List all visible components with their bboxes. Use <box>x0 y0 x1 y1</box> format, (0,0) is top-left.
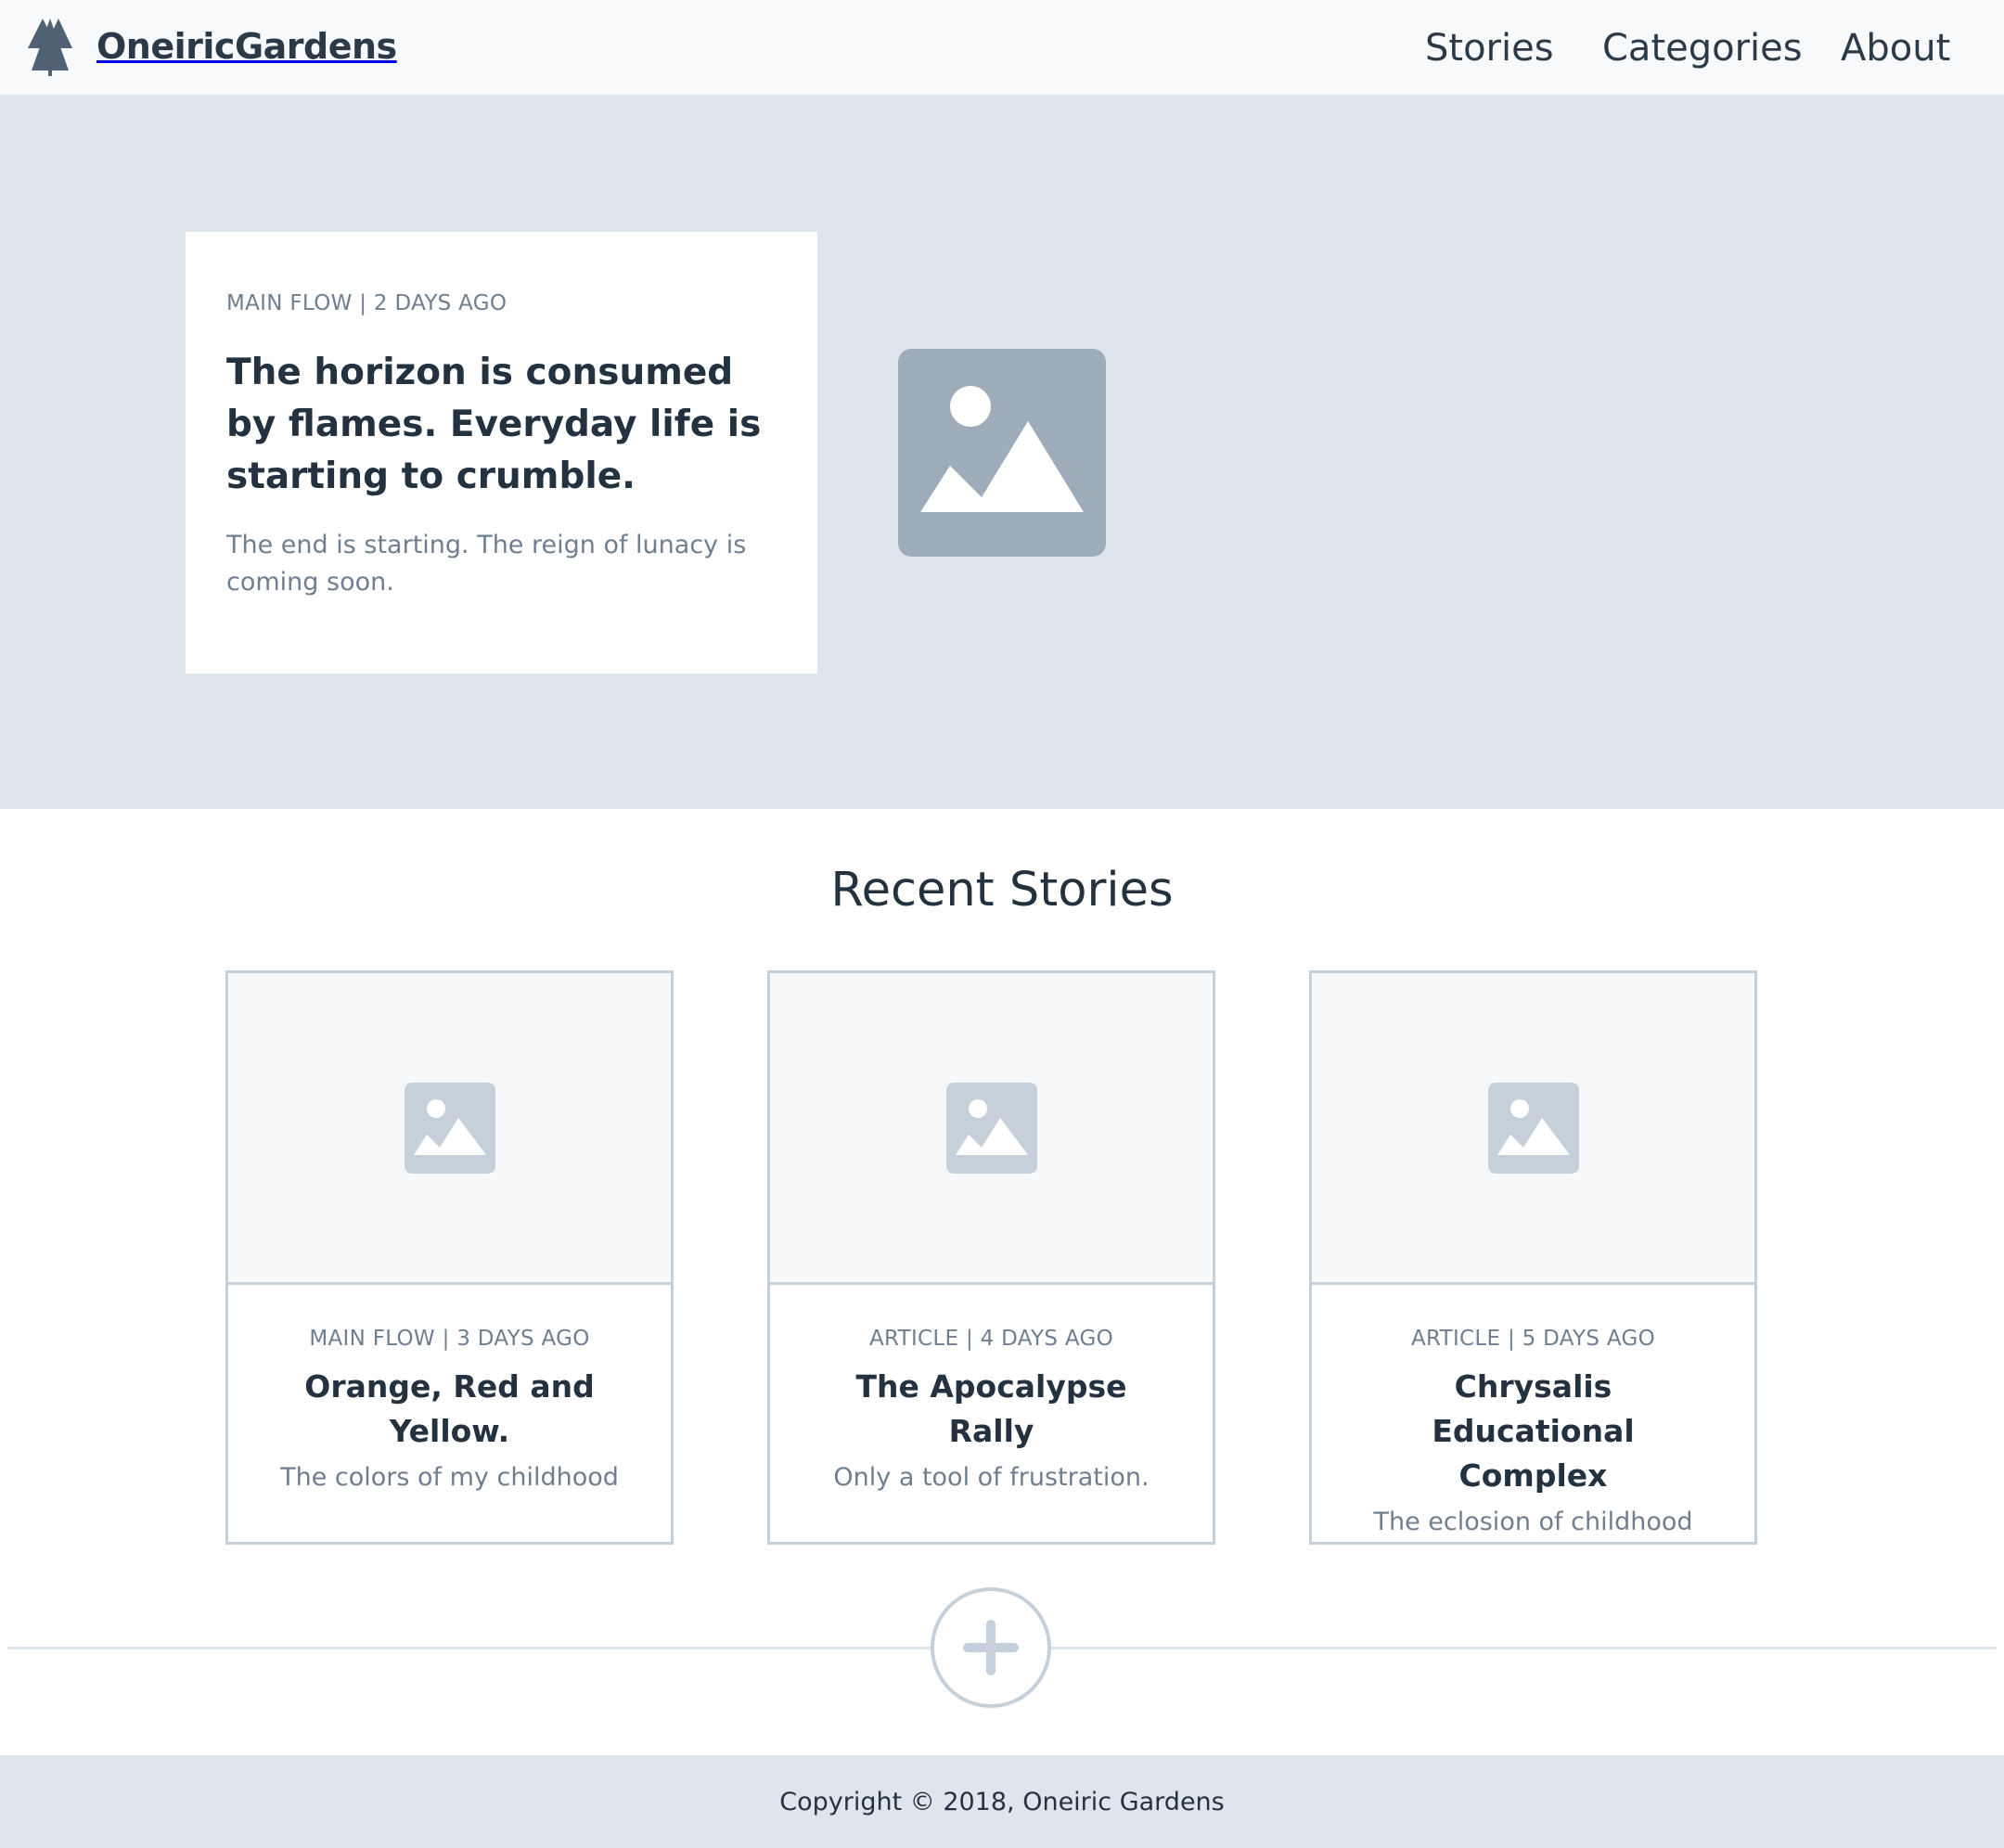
image-placeholder-icon <box>1487 1082 1579 1174</box>
featured-story-summary: The end is starting. The reign of lunacy… <box>226 531 747 597</box>
tree-icon <box>22 17 80 76</box>
story-card-media <box>770 973 1213 1285</box>
story-meta: ARTICLE | 5 DAYS AGO <box>1410 1327 1656 1351</box>
story-card-body: ARTICLE | 4 DAYS AGO The Apocalypse Rall… <box>770 1285 1213 1498</box>
story-card[interactable]: MAIN FLOW | 3 DAYS AGO Orange, Red and Y… <box>225 970 674 1545</box>
story-title[interactable]: The Apocalypse Rally <box>789 1365 1194 1454</box>
site-footer: Copyright © 2018, Oneiric Gardens <box>0 1755 2004 1848</box>
nav-stories[interactable]: Stories <box>1425 22 1554 74</box>
story-subtitle: The colors of my childhood <box>280 1463 619 1492</box>
image-placeholder-icon <box>404 1082 495 1174</box>
brand-link[interactable]: OneiricGardens <box>22 17 397 76</box>
hero-section: MAIN FLOW | 2 DAYS AGO The horizon is co… <box>0 96 2004 809</box>
story-subtitle: Only a tool of frustration. <box>833 1463 1150 1492</box>
featured-story-meta: MAIN FLOW | 2 DAYS AGO <box>226 291 507 315</box>
story-card[interactable]: ARTICLE | 5 DAYS AGO Chrysalis Education… <box>1309 970 1757 1545</box>
story-card-body: MAIN FLOW | 3 DAYS AGO Orange, Red and Y… <box>228 1285 671 1498</box>
site-header: OneiricGardens Stories Categories About <box>0 0 2004 96</box>
story-card-media <box>1312 973 1754 1285</box>
story-subtitle: The eclosion of childhood <box>1373 1508 1693 1536</box>
load-more-button[interactable] <box>931 1587 1051 1708</box>
copyright-text: Copyright © 2018, Oneiric Gardens <box>779 1787 1225 1816</box>
recent-stories-heading: Recent Stories <box>830 863 1174 918</box>
story-card[interactable]: ARTICLE | 4 DAYS AGO The Apocalypse Rall… <box>767 970 1215 1545</box>
featured-story-card[interactable]: MAIN FLOW | 2 DAYS AGO The horizon is co… <box>186 232 817 674</box>
story-meta: MAIN FLOW | 3 DAYS AGO <box>309 1327 590 1351</box>
story-title[interactable]: Chrysalis Educational Complex <box>1330 1365 1736 1498</box>
story-card-body: ARTICLE | 5 DAYS AGO Chrysalis Education… <box>1312 1285 1754 1543</box>
image-placeholder-icon <box>945 1082 1037 1174</box>
story-title[interactable]: Orange, Red and Yellow. <box>247 1365 652 1454</box>
brand-name: OneiricGardens <box>96 26 397 67</box>
nav-categories[interactable]: Categories <box>1602 22 1803 74</box>
story-card-media <box>228 973 671 1285</box>
image-placeholder-icon <box>898 349 1106 557</box>
plus-icon <box>959 1616 1022 1679</box>
nav-about[interactable]: About <box>1841 22 1950 74</box>
story-meta: ARTICLE | 4 DAYS AGO <box>868 1327 1114 1351</box>
featured-story-title[interactable]: The horizon is consumed by flames. Every… <box>226 347 777 503</box>
